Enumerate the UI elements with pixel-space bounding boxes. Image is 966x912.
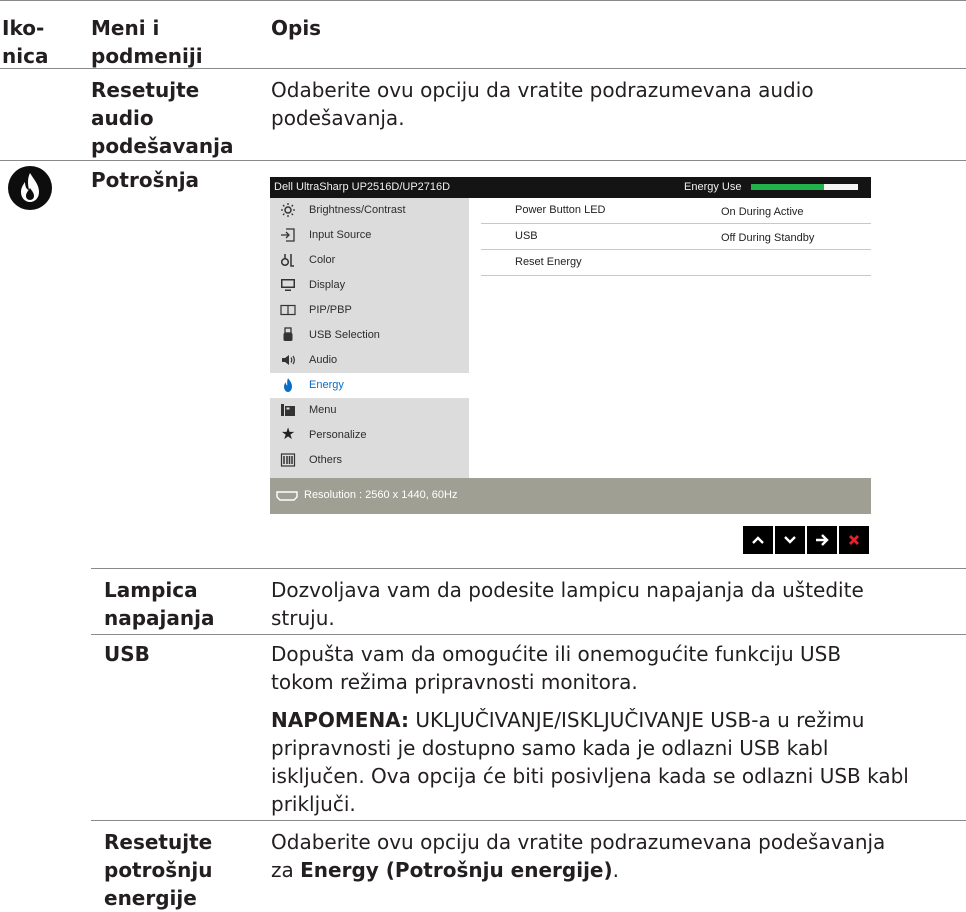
submenu-label: Reset Energy <box>515 256 582 268</box>
menu-icon <box>279 401 297 419</box>
close-icon[interactable] <box>839 526 869 554</box>
usb-menu-name: USB <box>104 642 150 666</box>
reset-energy-menu-name: Resetujte potrošnju energije <box>104 830 213 910</box>
energy-menu-name: Potrošnja <box>91 168 200 192</box>
osd-status-bar: Resolution : 2560 x 1440, 60Hz <box>270 478 871 514</box>
menu-item-pip-pbp[interactable]: PIP/PBP <box>270 298 469 323</box>
menu-item-input-source[interactable]: Input Source <box>270 223 469 248</box>
row-rule <box>91 568 966 569</box>
up-arrow-icon[interactable] <box>743 526 773 554</box>
menu-item-label: Menu <box>309 404 337 416</box>
hdmi-connector-icon <box>276 491 298 504</box>
menu-item-label: Input Source <box>309 229 372 241</box>
menu-item-label: USB Selection <box>309 329 380 341</box>
others-icon <box>279 451 297 469</box>
menu-item-label: Color <box>309 254 336 266</box>
note-label: NAPOMENA: <box>271 708 410 732</box>
energy-icon <box>279 376 297 394</box>
osd-title-bar: Dell UltraSharp UP2516D/UP2716D Energy U… <box>270 177 871 198</box>
menu-item-display[interactable]: Display <box>270 273 469 298</box>
display-icon <box>279 276 297 294</box>
menu-item-others[interactable]: Others <box>270 448 469 473</box>
menu-item-usb-selection[interactable]: USB Selection <box>270 323 469 348</box>
reset-audio-menu-name: Resetujte audio podešavanja <box>91 78 234 158</box>
energy-use-label: Energy Use <box>684 181 742 193</box>
resolution-text: Resolution : 2560 x 1440, 60Hz <box>304 489 458 501</box>
menu-item-label: Brightness/Contrast <box>309 204 406 216</box>
reset-energy-description: Odaberite ovu opciju da vratite podrazum… <box>271 828 961 884</box>
osd-nav-buttons <box>743 526 869 554</box>
submenu-row-usb[interactable]: USB Off During Standby <box>481 224 871 250</box>
energy-use-meter <box>751 184 858 190</box>
submenu-row-power-button-led[interactable]: Power Button LED On During Active <box>481 198 871 224</box>
energy-use-meter-fill <box>751 184 824 190</box>
menu-item-label: Personalize <box>309 429 367 441</box>
menu-item-color[interactable]: Color <box>270 248 469 273</box>
menu-item-label: Energy <box>309 379 344 391</box>
menu-item-label: PIP/PBP <box>309 304 352 316</box>
menu-item-label: Audio <box>309 354 338 366</box>
osd-main-menu: Brightness/Contrast Input Source Color D… <box>270 198 469 478</box>
submenu-row-reset-energy[interactable]: Reset Energy <box>481 250 871 276</box>
energy-flame-icon <box>6 164 54 212</box>
osd-energy-submenu: Power Button LED On During Active USB Of… <box>469 198 871 478</box>
menu-item-personalize[interactable]: ★ Personalize <box>270 423 469 448</box>
reset-audio-description: Odaberite ovu opciju da vratite podrazum… <box>271 78 814 130</box>
header-description-column: Opis <box>271 16 322 40</box>
submenu-value: Off During Standby <box>721 232 815 244</box>
usb-icon <box>279 326 297 344</box>
submenu-label: USB <box>515 230 538 242</box>
menu-item-menu[interactable]: Menu <box>270 398 469 423</box>
osd-model-name: Dell UltraSharp UP2516D/UP2716D <box>274 181 451 193</box>
header-menu-column: Meni i podmeniji <box>91 16 203 68</box>
usb-description: Dopušta vam da omogućite ili onemogućite… <box>271 642 842 694</box>
submenu-label: Power Button LED <box>515 204 606 216</box>
header-icon-column: Iko- nica <box>2 16 49 68</box>
submenu-value: On During Active <box>721 206 804 218</box>
desc-bold-part: Energy (Potrošnju energije) <box>300 858 613 882</box>
menu-item-label: Display <box>309 279 346 291</box>
row-rule <box>91 820 966 821</box>
down-arrow-icon[interactable] <box>775 526 805 554</box>
osd-panel: Dell UltraSharp UP2516D/UP2716D Energy U… <box>270 177 871 514</box>
desc-part: . <box>612 858 619 882</box>
input-source-icon <box>279 226 297 244</box>
usb-note: NAPOMENA: UKLJUČIVANJE/ISKLJUČIVANJE USB… <box>271 706 961 818</box>
power-led-menu-name: Lampica napajanja <box>104 578 215 630</box>
table-top-rule <box>0 0 966 1</box>
color-icon <box>279 251 297 269</box>
menu-item-audio[interactable]: Audio <box>270 348 469 373</box>
pip-pbp-icon <box>279 301 297 319</box>
audio-icon <box>279 351 297 369</box>
right-arrow-icon[interactable] <box>807 526 837 554</box>
brightness-icon <box>279 201 297 219</box>
menu-item-brightness-contrast[interactable]: Brightness/Contrast <box>270 198 469 223</box>
header-rule <box>0 68 966 69</box>
menu-item-energy[interactable]: Energy <box>270 373 469 398</box>
star-icon: ★ <box>280 426 296 443</box>
row-rule <box>0 160 966 161</box>
menu-item-label: Others <box>309 454 343 466</box>
power-led-description: Dozvoljava vam da podesite lampicu napaj… <box>271 578 864 630</box>
row-rule <box>91 634 966 635</box>
